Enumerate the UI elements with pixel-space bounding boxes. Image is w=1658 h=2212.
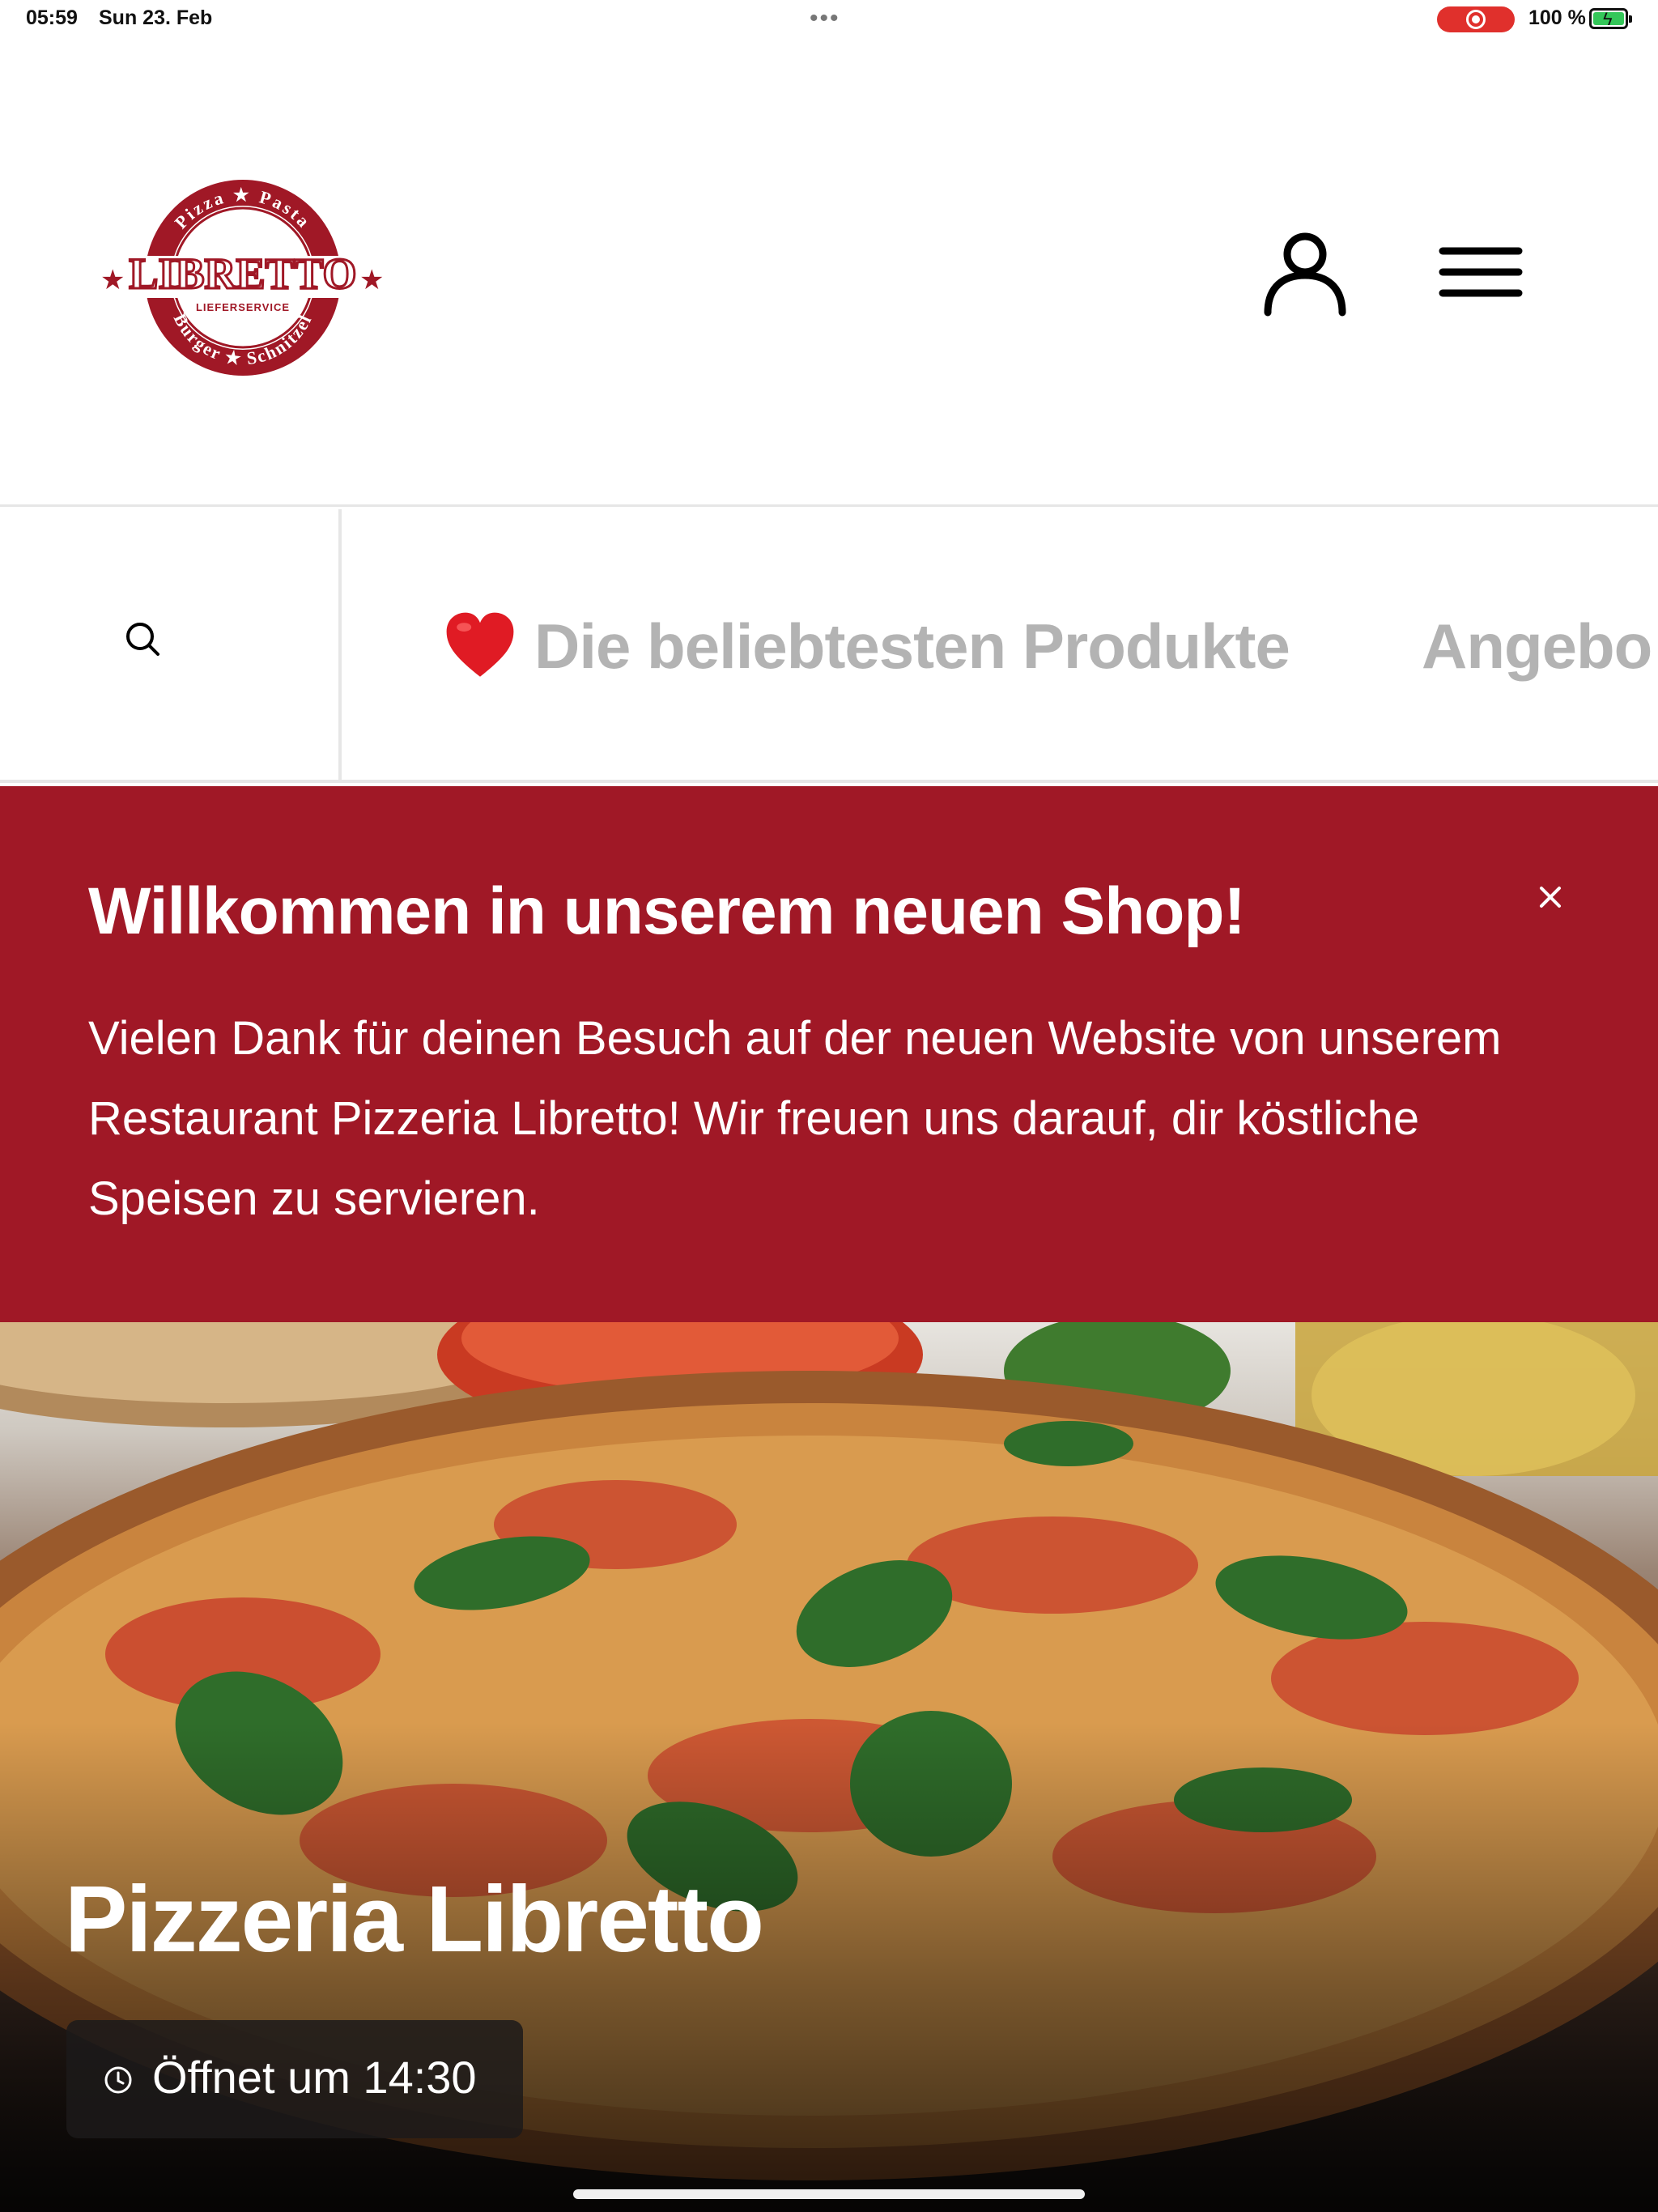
category-item-offers[interactable]: Angebo [1422,610,1652,683]
screen-recording-icon[interactable] [1437,6,1515,32]
opening-hours-badge[interactable]: Öffnet um 14:30 [66,2020,523,2138]
category-item-popular[interactable]: Die beliebtesten Produkte [534,610,1290,683]
libretto-logo[interactable]: Pizza ★ Pasta Burger ★ Schnitzel LIBRETT… [89,168,397,387]
multitasking-dots-icon[interactable]: ••• [810,5,840,32]
status-time: 05:59 [26,6,78,29]
logo-sub-text: LIEFERSERVICE [196,301,290,313]
site-header: Pizza ★ Pasta Burger ★ Schnitzel LIBRETT… [0,39,1658,507]
logo-name-text: LIBRETTO [129,249,356,298]
category-nav: Die beliebtesten Produkte Angebo [0,509,1658,783]
welcome-banner: Willkommen in unserem neuen Shop! Vielen… [0,786,1658,1322]
person-icon [1264,232,1346,317]
close-icon [1540,887,1561,908]
search-icon [126,623,159,656]
hamburger-menu-icon [1439,247,1523,297]
account-button[interactable] [1256,223,1354,321]
welcome-banner-title: Willkommen in unserem neuen Shop! [88,874,1246,948]
battery-percentage: 100 % [1528,6,1586,29]
logo-star-left-icon: ★ [100,264,125,296]
status-bar: 05:59 Sun 23. Feb ••• 100 % ϟ [0,0,1658,39]
heart-emoji-icon [446,612,514,677]
close-banner-button[interactable] [1530,877,1571,917]
battery-icon: ϟ [1589,8,1632,29]
status-date: Sun 23. Feb [99,6,213,29]
hero-title: Pizzeria Libretto [65,1866,764,1972]
hero-section: Pizzeria Libretto Öffnet um 14:30 [0,1322,1658,2212]
opening-hours-text: Öffnet um 14:30 [152,2052,477,2103]
home-indicator[interactable] [573,2189,1085,2199]
welcome-banner-body: Vielen Dank für deinen Besuch auf der ne… [88,1012,1502,1225]
menu-button[interactable] [1431,223,1528,321]
libretto-logo-emblem: Pizza ★ Pasta Burger ★ Schnitzel LIBRETT… [100,180,384,376]
search-button[interactable] [0,509,342,780]
logo-star-right-icon: ★ [359,264,384,296]
clock-icon [104,2066,132,2094]
